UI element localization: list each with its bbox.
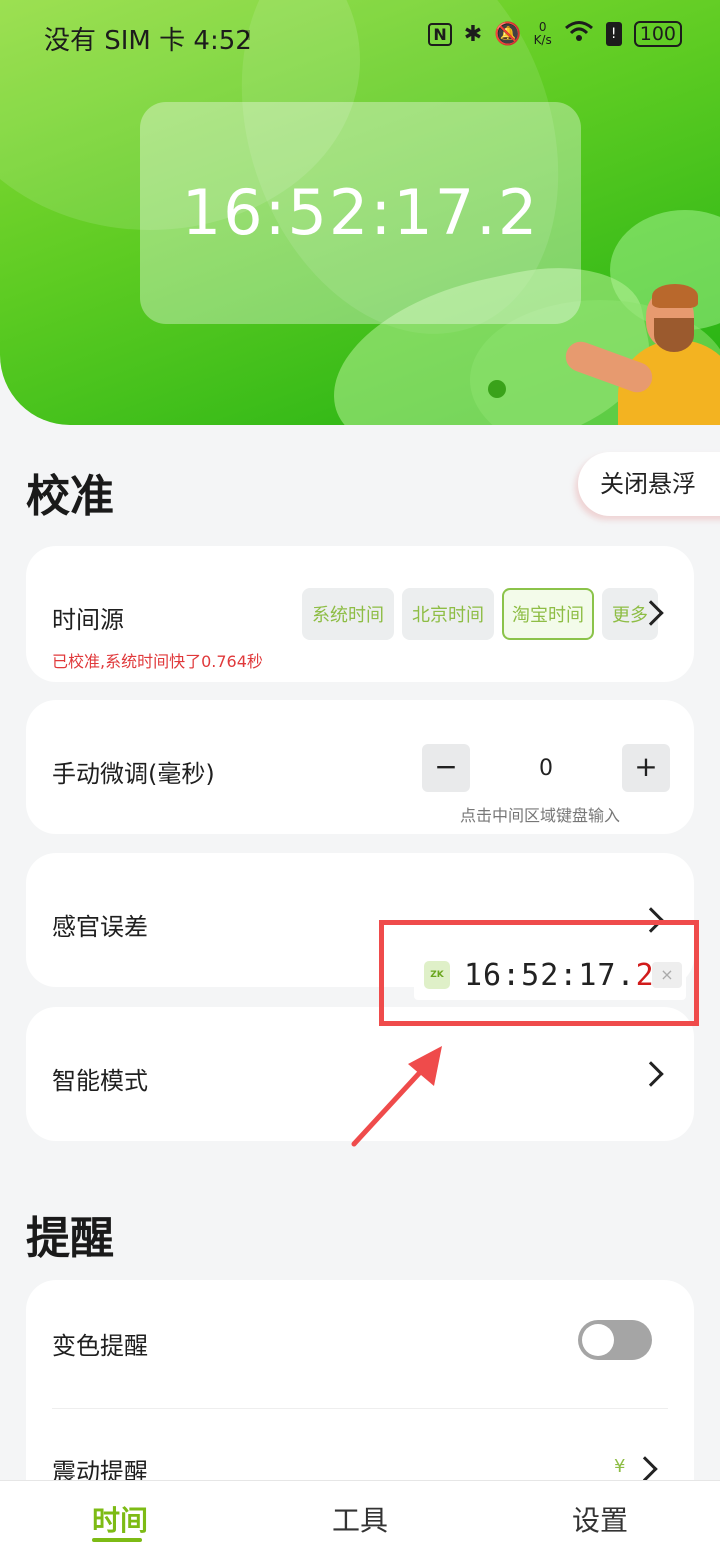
tab-taobao-time[interactable]: 淘宝时间 [502, 588, 594, 640]
chevron-right-icon[interactable] [632, 1456, 658, 1482]
status-bar: 没有 SIM 卡 4:52 N ✱ 🔕 0 K/s ! 100 [0, 0, 720, 72]
status-icons: N ✱ 🔕 0 K/s ! 100 [428, 20, 682, 48]
nav-tab-settings[interactable]: 设置 [540, 1499, 660, 1539]
divider [52, 1408, 668, 1409]
wifi-icon [564, 20, 594, 48]
mute-bell-icon: 🔕 [494, 21, 522, 47]
illustration-person-beard [654, 318, 694, 352]
tab-system-time[interactable]: 系统时间 [302, 588, 394, 640]
network-speed-unit: K/s [533, 33, 552, 47]
bottom-navigation: 时间 工具 设置 [0, 1480, 720, 1560]
nav-tab-tools[interactable]: 工具 [300, 1499, 420, 1539]
main-clock: 16:52:17.2 [181, 176, 540, 249]
decrement-button[interactable]: − [422, 744, 470, 792]
vip-badge: ¥ [614, 1456, 626, 1477]
alert-icon: ! [605, 22, 622, 46]
active-tab-indicator [92, 1538, 142, 1542]
color-reminder-toggle[interactable] [578, 1320, 652, 1360]
close-float-button[interactable]: 关闭悬浮 [578, 452, 720, 516]
dot-decoration [488, 380, 506, 398]
increment-button[interactable]: + [622, 744, 670, 792]
keyboard-input-hint: 点击中间区域键盘输入 [460, 806, 621, 825]
illustration-person-hair [652, 284, 698, 308]
sensory-error-label: 感官误差 [52, 913, 148, 941]
toggle-knob [582, 1324, 614, 1356]
time-source-label: 时间源 [52, 606, 124, 634]
chevron-right-icon [638, 1061, 664, 1087]
reminders-card: 变色提醒 震动提醒 ¥ [26, 1280, 694, 1510]
adjust-value-input[interactable]: 0 [516, 756, 576, 781]
calibration-status-note: 已校准,系统时间快了0.764秒 [52, 652, 263, 671]
network-speed: 0 K/s [534, 21, 552, 47]
time-source-tabs: 系统时间 北京时间 淘宝时间 更多 [302, 588, 658, 640]
tab-beijing-time[interactable]: 北京时间 [402, 588, 494, 640]
sim-indicator-icon [246, 30, 250, 40]
manual-adjust-label: 手动微调(毫秒) [52, 760, 215, 788]
highlight-frame [379, 920, 699, 1026]
pointer-arrow-icon [351, 1046, 442, 1147]
section-title-reminders: 提醒 [26, 1213, 114, 1264]
nfc-icon: N [428, 22, 452, 46]
carrier-time: 没有 SIM 卡 4:52 [44, 26, 252, 56]
color-reminder-label: 变色提醒 [52, 1332, 148, 1360]
network-speed-value: 0 [538, 20, 547, 34]
manual-adjust-card: 手动微调(毫秒) − 0 + 点击中间区域键盘输入 [26, 700, 694, 834]
clock-card: 16:52:17.2 [140, 102, 581, 324]
nav-tab-time[interactable]: 时间 [60, 1499, 180, 1539]
time-source-card: 时间源 系统时间 北京时间 淘宝时间 更多 已校准,系统时间快了0.764秒 [26, 546, 694, 682]
section-title-calibration: 校准 [26, 471, 114, 522]
smart-mode-label: 智能模式 [52, 1067, 148, 1095]
battery-icon: 100 [633, 21, 682, 47]
bluetooth-icon: ✱ [463, 21, 483, 47]
